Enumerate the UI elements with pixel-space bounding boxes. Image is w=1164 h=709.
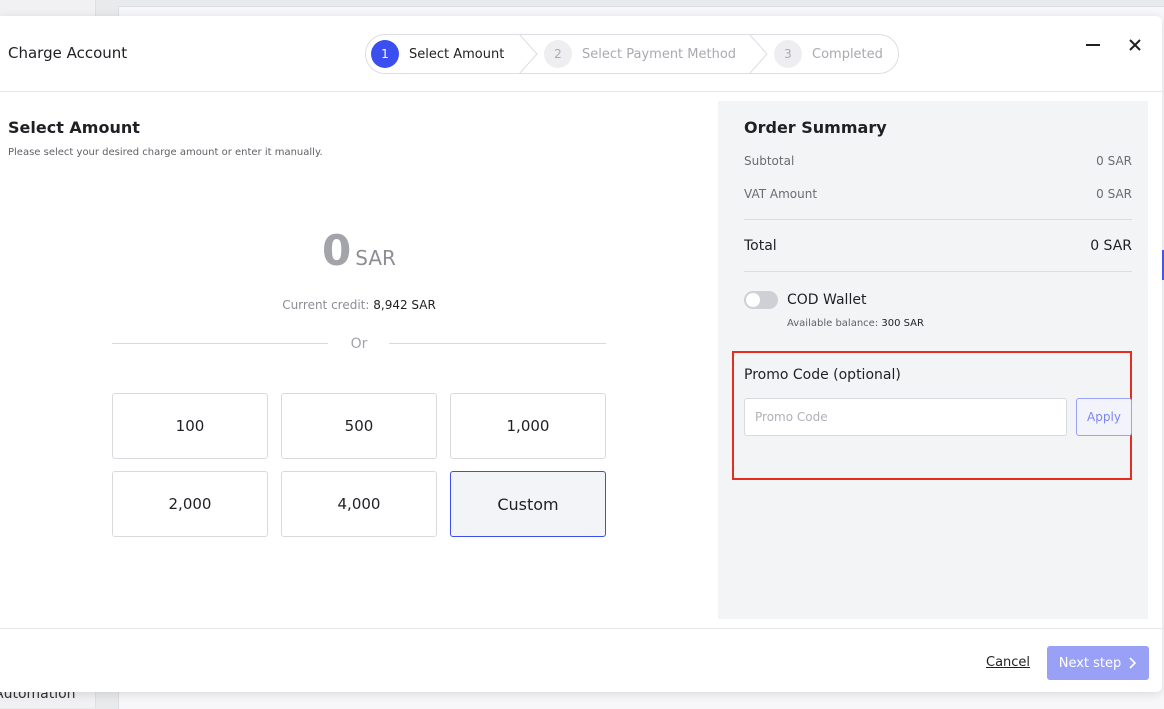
chevron-right-icon <box>1129 657 1137 669</box>
amount-option-2000[interactable]: 2,000 <box>112 471 268 537</box>
available-balance: Available balance: 300 SAR <box>787 318 924 329</box>
step-select-payment-method[interactable]: 2 Select Payment Method <box>544 35 736 73</box>
or-divider-left <box>112 343 328 344</box>
amount-option-1000[interactable]: 1,000 <box>450 393 606 459</box>
step-completed[interactable]: 3 Completed <box>774 35 883 73</box>
minimize-icon[interactable] <box>1082 34 1104 56</box>
cod-wallet-toggle[interactable] <box>744 291 778 309</box>
summary-divider <box>744 219 1132 220</box>
amount-display: 0 SAR <box>112 226 606 275</box>
amount-option-custom[interactable]: Custom <box>450 471 606 537</box>
total-row: Total 0 SAR <box>744 238 1132 254</box>
step-separator-icon <box>749 35 768 73</box>
step-label: Completed <box>812 46 883 62</box>
current-credit-value: 8,942 SAR <box>373 298 436 312</box>
amount-option-500[interactable]: 500 <box>281 393 437 459</box>
available-balance-value: 300 SAR <box>881 318 924 329</box>
current-credit: Current credit: 8,942 SAR <box>112 298 606 312</box>
subtotal-value: 0 SAR <box>1096 154 1132 168</box>
stepper: 1 Select Amount 2 Select Payment Method … <box>365 34 899 74</box>
available-balance-label: Available balance: <box>787 318 879 329</box>
step-number: 3 <box>774 40 802 68</box>
step-label: Select Payment Method <box>582 46 737 62</box>
order-summary-title: Order Summary <box>744 118 887 137</box>
cod-wallet-label: COD Wallet <box>787 292 867 308</box>
promo-code-label: Promo Code (optional) <box>744 367 901 383</box>
amount-option-4000[interactable]: 4,000 <box>281 471 437 537</box>
modal-header: Charge Account 1 Select Amount 2 Select … <box>0 16 1162 92</box>
apply-button[interactable]: Apply <box>1076 398 1132 436</box>
vat-value: 0 SAR <box>1096 187 1132 201</box>
cancel-button[interactable]: Cancel <box>986 655 1030 670</box>
amount-option-100[interactable]: 100 <box>112 393 268 459</box>
footer-divider <box>0 628 1162 629</box>
toggle-knob <box>746 293 760 307</box>
amount-value: 0 <box>322 226 352 275</box>
step-separator-icon <box>519 35 538 73</box>
amount-currency: SAR <box>355 246 396 270</box>
subtotal-row: Subtotal 0 SAR <box>744 154 1132 168</box>
step-label: Select Amount <box>409 46 505 62</box>
modal-title: Charge Account <box>8 44 128 62</box>
or-text: Or <box>350 336 368 352</box>
or-divider-right <box>389 343 606 344</box>
select-amount-description: Please select your desired charge amount… <box>8 147 323 158</box>
step-number: 2 <box>544 40 572 68</box>
close-icon[interactable] <box>1124 34 1146 56</box>
summary-divider <box>744 271 1132 272</box>
select-amount-title: Select Amount <box>8 118 140 137</box>
total-label: Total <box>744 238 777 254</box>
current-credit-label: Current credit: <box>282 298 370 312</box>
step-number: 1 <box>371 40 399 68</box>
promo-code-input[interactable] <box>744 398 1067 436</box>
total-value: 0 SAR <box>1090 238 1132 254</box>
vat-label: VAT Amount <box>744 187 818 201</box>
next-step-label: Next step <box>1058 655 1122 671</box>
next-step-button[interactable]: Next step <box>1047 646 1149 680</box>
subtotal-label: Subtotal <box>744 154 795 168</box>
step-select-amount[interactable]: 1 Select Amount <box>371 35 504 73</box>
vat-row: VAT Amount 0 SAR <box>744 187 1132 201</box>
